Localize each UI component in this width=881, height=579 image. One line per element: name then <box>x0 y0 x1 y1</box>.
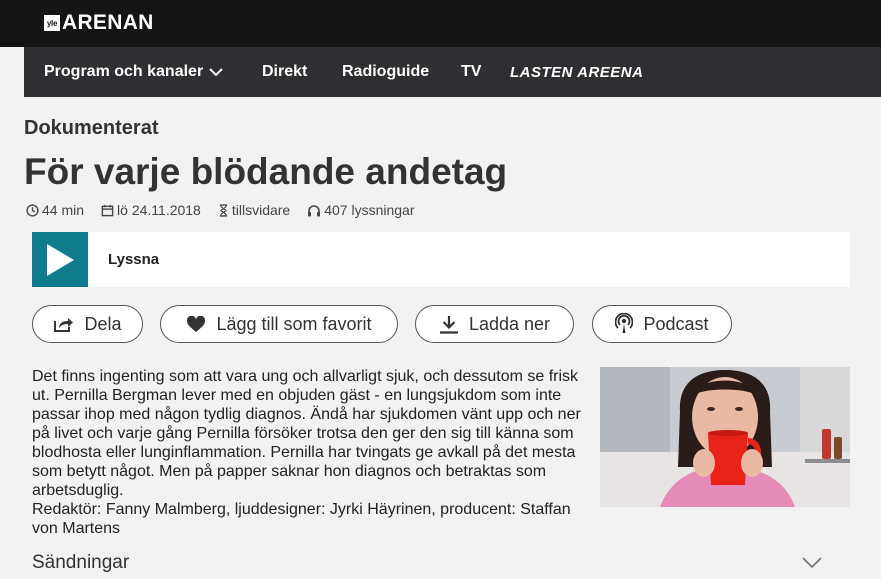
nav-item-label: TV <box>461 63 482 80</box>
broadcasts-label: Sändningar <box>32 552 130 573</box>
broadcasts-toggle[interactable]: Sändningar <box>32 551 822 575</box>
podcast-label: Podcast <box>643 313 709 334</box>
nav-item-label: LASTEN AREENA <box>510 63 644 81</box>
program-meta: 44 min lö 24.11.2018 tillsvidare 407 lys… <box>26 202 432 218</box>
download-icon <box>439 315 458 334</box>
top-bar: yle ARENAN <box>0 0 881 47</box>
meta-listens: 407 lyssningar <box>307 202 415 218</box>
nav-item-label: Program och kanaler <box>44 63 204 80</box>
program-category[interactable]: Dokumenterat <box>24 117 158 140</box>
nav-radioguide[interactable]: Radioguide <box>342 47 429 97</box>
nav-direkt[interactable]: Direkt <box>262 47 307 97</box>
main-navigation: Program och kanaler Direkt Radioguide TV… <box>24 47 881 97</box>
nav-item-label: Radioguide <box>342 63 430 80</box>
availability-text: tillsvidare <box>231 202 291 218</box>
share-label: Dela <box>84 313 122 334</box>
meta-availability: tillsvidare <box>218 202 290 218</box>
listens-text: 407 lyssningar <box>324 202 415 218</box>
audio-player: Lyssna <box>32 232 850 287</box>
share-button[interactable]: Dela <box>32 305 143 343</box>
yle-logo-badge: yle <box>44 15 60 31</box>
chevron-down-icon <box>209 67 223 76</box>
meta-duration: 44 min <box>26 202 84 218</box>
clock-icon <box>26 203 39 217</box>
arenan-logo-text: ARENAN <box>62 11 154 34</box>
nav-tv[interactable]: TV <box>461 47 481 97</box>
hourglass-icon <box>219 203 228 217</box>
page-title: För varje blödande andetag <box>24 151 508 192</box>
share-icon <box>54 317 74 332</box>
description-credits: Redaktör: Fanny Malmberg, ljuddesigner: … <box>32 501 571 537</box>
program-description: Det finns ingenting som att vara ung och… <box>32 367 582 538</box>
add-favorite-button[interactable]: Lägg till som favorit <box>160 305 398 343</box>
yle-arenan-logo[interactable]: yle ARENAN <box>44 11 154 35</box>
nav-lasten-areena[interactable]: LASTEN AREENA <box>510 47 643 97</box>
calendar-icon <box>101 204 114 216</box>
program-photo-illustration <box>600 367 850 507</box>
podcast-icon <box>615 313 634 333</box>
duration-text: 44 min <box>42 202 85 218</box>
download-label: Ladda ner <box>468 313 551 334</box>
play-button[interactable] <box>32 232 88 287</box>
nav-item-label: Direkt <box>262 63 308 80</box>
headphones-icon <box>308 204 321 216</box>
meta-date: lö 24.11.2018 <box>101 202 201 218</box>
listen-label[interactable]: Lyssna <box>108 251 159 268</box>
program-image <box>600 367 850 507</box>
date-text: lö 24.11.2018 <box>117 202 201 218</box>
nav-program-och-kanaler[interactable]: Program och kanaler <box>44 47 223 97</box>
chevron-down-icon <box>802 557 822 569</box>
favorite-label: Lägg till som favorit <box>216 313 372 334</box>
description-body: Det finns ingenting som att vara ung och… <box>32 368 581 499</box>
heart-icon <box>187 315 206 332</box>
play-icon <box>47 243 74 276</box>
download-button[interactable]: Ladda ner <box>415 305 574 343</box>
podcast-button[interactable]: Podcast <box>592 305 732 343</box>
